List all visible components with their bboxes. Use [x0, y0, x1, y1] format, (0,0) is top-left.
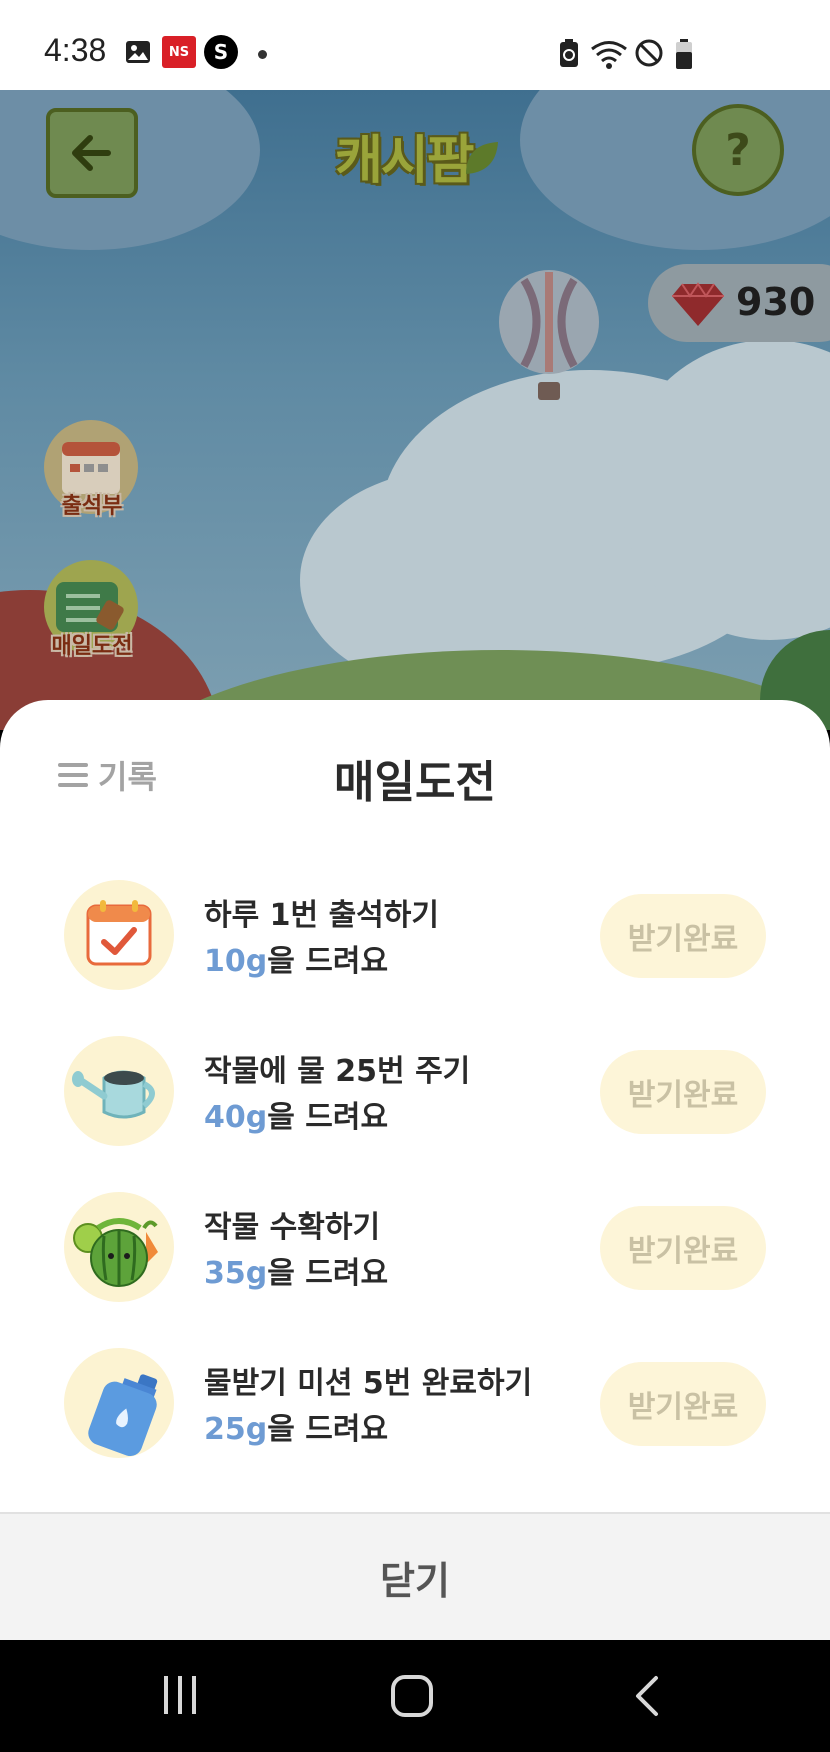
mission-icon-wrap [64, 1348, 174, 1458]
cloud [520, 90, 830, 250]
mission-title: 작물 수확하기 [204, 1210, 381, 1245]
battery-saver-icon [560, 39, 578, 67]
s-app-label: S [213, 40, 229, 64]
reward-suffix: 을 드려요 [267, 1412, 389, 1447]
water-bottle-icon [88, 1374, 158, 1457]
recent-apps-icon[interactable] [158, 1674, 202, 1716]
claimed-button[interactable]: 받기완료 [600, 1050, 766, 1134]
mission-item: 작물 수확하기 35g을 드려요 받기완료 [64, 1192, 774, 1302]
claimed-button[interactable]: 받기완료 [600, 894, 766, 978]
mission-item: 하루 1번 출석하기 10g을 드려요 받기완료 [64, 880, 774, 990]
daily-challenge-label: 매일도전 [51, 634, 133, 659]
status-bar: 4:38 NS S [0, 0, 830, 90]
claimed-button[interactable]: 받기완료 [600, 1206, 766, 1290]
game-scene: 캐시팜 ? 930 출석부 매일도전 [0, 90, 830, 730]
mission-title: 물받기 미션 5번 완료하기 [204, 1366, 533, 1401]
mission-icon-wrap [64, 880, 174, 990]
reward-amount: 10g [204, 944, 268, 979]
mission-item: 물받기 미션 5번 완료하기 25g을 드려요 받기완료 [64, 1348, 774, 1458]
close-button[interactable]: 닫기 [0, 1512, 830, 1640]
daily-challenge-sheet: 기록 매일도전 하루 1번 출석하기 10g을 드려요 받기완료 작물에 물 2… [0, 700, 830, 1640]
do-not-disturb-icon [635, 39, 663, 67]
mission-reward: 40g을 드려요 [204, 1092, 388, 1136]
mission-item: 작물에 물 25번 주기 40g을 드려요 받기완료 [64, 1036, 774, 1146]
ns-app-icon: NS [162, 36, 196, 68]
navigation-bar [0, 1640, 830, 1752]
reward-amount: 25g [204, 1412, 268, 1447]
help-button[interactable]: ? [692, 104, 784, 196]
ns-app-label: NS [168, 44, 190, 60]
mission-icon-wrap [64, 1192, 174, 1302]
notification-dot [258, 50, 267, 59]
s-app-icon: S [204, 35, 238, 69]
battery-icon [676, 39, 692, 69]
reward-suffix: 을 드려요 [267, 1100, 389, 1135]
back-button[interactable] [46, 108, 138, 198]
mission-title: 작물에 물 25번 주기 [204, 1054, 471, 1089]
sheet-title: 매일도전 [334, 757, 496, 808]
hot-air-balloon [499, 270, 599, 400]
mission-reward: 25g을 드려요 [204, 1404, 388, 1448]
reward-suffix: 을 드려요 [267, 1256, 389, 1291]
gem-count: 930 [736, 280, 816, 324]
arrow-left-icon [72, 135, 111, 171]
reward-amount: 40g [204, 1100, 268, 1135]
attendance-label: 출석부 [61, 494, 123, 519]
calendar-check-icon [86, 900, 152, 966]
mission-reward: 35g을 드려요 [204, 1248, 388, 1292]
app-logo: 캐시팜 [335, 131, 475, 191]
status-time: 4:38 [44, 32, 107, 68]
claimed-button[interactable]: 받기완료 [600, 1362, 766, 1446]
leaf-icon [466, 142, 498, 174]
watering-can-icon [72, 1070, 155, 1119]
reward-suffix: 을 드려요 [267, 944, 389, 979]
wifi-icon [591, 41, 627, 69]
mission-icon-wrap [64, 1036, 174, 1146]
reward-amount: 35g [204, 1256, 268, 1291]
home-icon[interactable] [390, 1674, 434, 1718]
mission-title: 하루 1번 출석하기 [204, 898, 439, 933]
gem-icon [672, 282, 724, 326]
crops-icon [73, 1218, 158, 1287]
mission-reward: 10g을 드려요 [204, 936, 388, 980]
back-icon[interactable] [628, 1674, 664, 1718]
gallery-icon [126, 41, 150, 63]
